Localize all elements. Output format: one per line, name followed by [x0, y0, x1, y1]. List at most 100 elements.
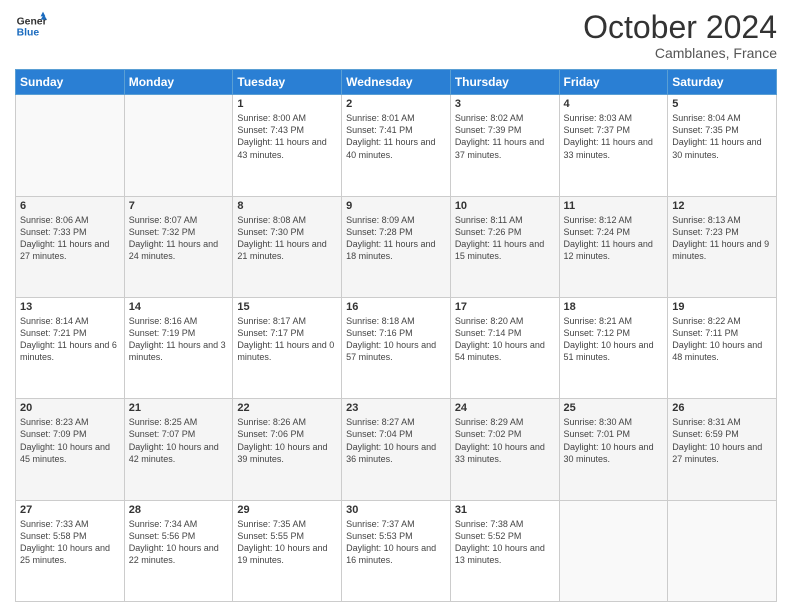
calendar-cell: 1 Sunrise: 8:00 AM Sunset: 7:43 PM Daylig… [233, 95, 342, 196]
day-number: 6 [20, 200, 120, 212]
day-info: Sunrise: 8:26 AM Sunset: 7:06 PM Dayligh… [237, 416, 337, 465]
weekday-header-monday: Monday [124, 70, 233, 95]
calendar-cell: 18 Sunrise: 8:21 AM Sunset: 7:12 PM Dayli… [559, 297, 668, 398]
calendar-cell: 14 Sunrise: 8:16 AM Sunset: 7:19 PM Dayli… [124, 297, 233, 398]
calendar-cell [124, 95, 233, 196]
day-number: 25 [564, 402, 664, 414]
calendar-cell: 20 Sunrise: 8:23 AM Sunset: 7:09 PM Dayli… [16, 399, 125, 500]
day-number: 1 [237, 98, 337, 110]
calendar-week-row: 1 Sunrise: 8:00 AM Sunset: 7:43 PM Daylig… [16, 95, 777, 196]
day-info: Sunrise: 8:23 AM Sunset: 7:09 PM Dayligh… [20, 416, 120, 465]
calendar-week-row: 20 Sunrise: 8:23 AM Sunset: 7:09 PM Dayli… [16, 399, 777, 500]
calendar-cell: 15 Sunrise: 8:17 AM Sunset: 7:17 PM Dayli… [233, 297, 342, 398]
calendar-cell [559, 500, 668, 601]
day-number: 24 [455, 402, 555, 414]
day-info: Sunrise: 8:21 AM Sunset: 7:12 PM Dayligh… [564, 315, 664, 364]
weekday-header-sunday: Sunday [16, 70, 125, 95]
calendar-cell: 16Sunrise: 8:18 AM Sunset: 7:16 PM Dayli… [342, 297, 451, 398]
day-info: Sunrise: 8:03 AM Sunset: 7:37 PM Dayligh… [564, 112, 664, 161]
logo: General Blue [15, 10, 47, 42]
day-info: Sunrise: 7:33 AM Sunset: 5:58 PM Dayligh… [20, 518, 120, 567]
calendar-cell: 19Sunrise: 8:22 AM Sunset: 7:11 PM Dayli… [668, 297, 777, 398]
day-number: 26 [672, 402, 772, 414]
day-number: 22 [237, 402, 337, 414]
day-info: Sunrise: 8:22 AM Sunset: 7:11 PM Dayligh… [672, 315, 772, 364]
calendar-cell: 7 Sunrise: 8:07 AM Sunset: 7:32 PM Daylig… [124, 196, 233, 297]
weekday-header-saturday: Saturday [668, 70, 777, 95]
day-number: 7 [129, 200, 229, 212]
day-number: 8 [237, 200, 337, 212]
day-info: Sunrise: 8:16 AM Sunset: 7:19 PM Dayligh… [129, 315, 229, 364]
day-info: Sunrise: 8:12 AM Sunset: 7:24 PM Dayligh… [564, 214, 664, 263]
day-info: Sunrise: 8:07 AM Sunset: 7:32 PM Dayligh… [129, 214, 229, 263]
day-number: 5 [672, 98, 772, 110]
day-number: 11 [564, 200, 664, 212]
day-number: 17 [455, 301, 555, 313]
calendar-week-row: 13 Sunrise: 8:14 AM Sunset: 7:21 PM Dayli… [16, 297, 777, 398]
day-info: Sunrise: 8:04 AM Sunset: 7:35 PM Dayligh… [672, 112, 772, 161]
day-number: 15 [237, 301, 337, 313]
calendar-cell: 6Sunrise: 8:06 AM Sunset: 7:33 PM Daylig… [16, 196, 125, 297]
weekday-header-thursday: Thursday [450, 70, 559, 95]
title-block: October 2024 Camblanes, France [583, 10, 777, 61]
location: Camblanes, France [583, 45, 777, 61]
month-title: October 2024 [583, 10, 777, 45]
day-info: Sunrise: 8:01 AM Sunset: 7:41 PM Dayligh… [346, 112, 446, 161]
calendar-cell: 27 Sunrise: 7:33 AM Sunset: 5:58 PM Dayli… [16, 500, 125, 601]
day-number: 30 [346, 504, 446, 516]
svg-text:Blue: Blue [17, 28, 40, 39]
calendar-cell: 28 Sunrise: 7:34 AM Sunset: 5:56 PM Dayli… [124, 500, 233, 601]
day-info: Sunrise: 8:17 AM Sunset: 7:17 PM Dayligh… [237, 315, 337, 364]
day-number: 4 [564, 98, 664, 110]
weekday-header-row: SundayMondayTuesdayWednesdayThursdayFrid… [16, 70, 777, 95]
day-info: Sunrise: 7:34 AM Sunset: 5:56 PM Dayligh… [129, 518, 229, 567]
calendar-cell: 29Sunrise: 7:35 AM Sunset: 5:55 PM Dayli… [233, 500, 342, 601]
day-number: 28 [129, 504, 229, 516]
page: General Blue October 2024 Camblanes, Fra… [0, 0, 792, 612]
weekday-header-friday: Friday [559, 70, 668, 95]
calendar-cell: 23Sunrise: 8:27 AM Sunset: 7:04 PM Dayli… [342, 399, 451, 500]
calendar-cell: 31 Sunrise: 7:38 AM Sunset: 5:52 PM Dayli… [450, 500, 559, 601]
day-number: 20 [20, 402, 120, 414]
calendar-cell [16, 95, 125, 196]
day-info: Sunrise: 8:11 AM Sunset: 7:26 PM Dayligh… [455, 214, 555, 263]
day-number: 18 [564, 301, 664, 313]
day-info: Sunrise: 8:20 AM Sunset: 7:14 PM Dayligh… [455, 315, 555, 364]
calendar-cell: 8Sunrise: 8:08 AM Sunset: 7:30 PM Daylig… [233, 196, 342, 297]
day-info: Sunrise: 7:37 AM Sunset: 5:53 PM Dayligh… [346, 518, 446, 567]
calendar-table: SundayMondayTuesdayWednesdayThursdayFrid… [15, 69, 777, 602]
day-info: Sunrise: 8:25 AM Sunset: 7:07 PM Dayligh… [129, 416, 229, 465]
day-number: 14 [129, 301, 229, 313]
calendar-cell: 22 Sunrise: 8:26 AM Sunset: 7:06 PM Dayli… [233, 399, 342, 500]
day-info: Sunrise: 7:38 AM Sunset: 5:52 PM Dayligh… [455, 518, 555, 567]
day-info: Sunrise: 8:13 AM Sunset: 7:23 PM Dayligh… [672, 214, 772, 263]
calendar-cell [668, 500, 777, 601]
day-info: Sunrise: 8:00 AM Sunset: 7:43 PM Dayligh… [237, 112, 337, 161]
day-number: 31 [455, 504, 555, 516]
calendar-cell: 25Sunrise: 8:30 AM Sunset: 7:01 PM Dayli… [559, 399, 668, 500]
day-number: 27 [20, 504, 120, 516]
logo-icon: General Blue [15, 10, 47, 42]
day-number: 29 [237, 504, 337, 516]
weekday-header-wednesday: Wednesday [342, 70, 451, 95]
day-number: 12 [672, 200, 772, 212]
day-info: Sunrise: 8:14 AM Sunset: 7:21 PM Dayligh… [20, 315, 120, 364]
day-number: 13 [20, 301, 120, 313]
weekday-header-tuesday: Tuesday [233, 70, 342, 95]
calendar-cell: 12 Sunrise: 8:13 AM Sunset: 7:23 PM Dayli… [668, 196, 777, 297]
calendar-cell: 4 Sunrise: 8:03 AM Sunset: 7:37 PM Daylig… [559, 95, 668, 196]
calendar-cell: 9Sunrise: 8:09 AM Sunset: 7:28 PM Daylig… [342, 196, 451, 297]
day-number: 21 [129, 402, 229, 414]
day-info: Sunrise: 8:02 AM Sunset: 7:39 PM Dayligh… [455, 112, 555, 161]
header: General Blue October 2024 Camblanes, Fra… [15, 10, 777, 61]
calendar-cell: 17 Sunrise: 8:20 AM Sunset: 7:14 PM Dayli… [450, 297, 559, 398]
calendar-cell: 3Sunrise: 8:02 AM Sunset: 7:39 PM Daylig… [450, 95, 559, 196]
calendar-cell: 30 Sunrise: 7:37 AM Sunset: 5:53 PM Dayli… [342, 500, 451, 601]
day-info: Sunrise: 8:18 AM Sunset: 7:16 PM Dayligh… [346, 315, 446, 364]
calendar-week-row: 27 Sunrise: 7:33 AM Sunset: 5:58 PM Dayli… [16, 500, 777, 601]
calendar-cell: 24 Sunrise: 8:29 AM Sunset: 7:02 PM Dayli… [450, 399, 559, 500]
calendar-week-row: 6Sunrise: 8:06 AM Sunset: 7:33 PM Daylig… [16, 196, 777, 297]
day-number: 2 [346, 98, 446, 110]
day-info: Sunrise: 8:09 AM Sunset: 7:28 PM Dayligh… [346, 214, 446, 263]
day-info: Sunrise: 8:29 AM Sunset: 7:02 PM Dayligh… [455, 416, 555, 465]
